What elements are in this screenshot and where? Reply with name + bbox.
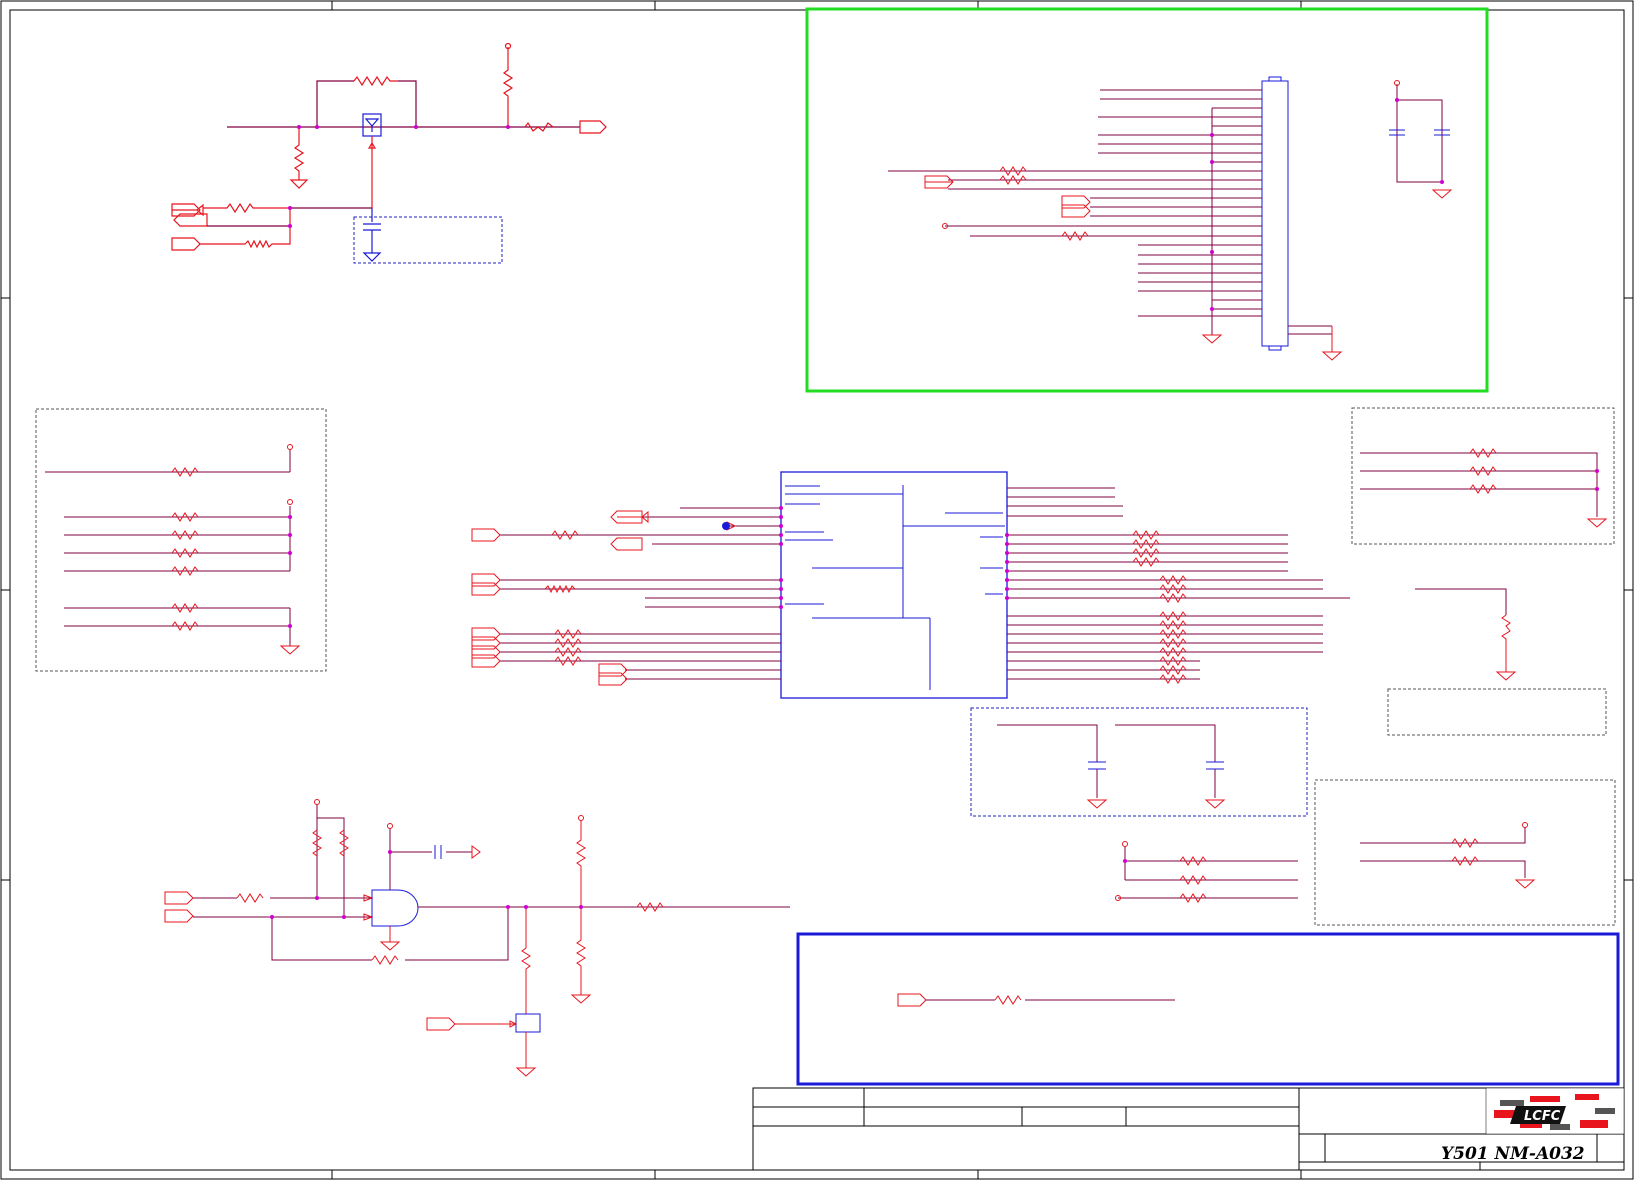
resistor-array — [45, 444, 301, 655]
pullup-resistors-mid — [1115, 841, 1298, 903]
decoupling-cap-box — [970, 707, 1308, 817]
decoupling-caps — [997, 724, 1226, 809]
pulldown-resistor — [1415, 588, 1517, 681]
schematic-sheet: LCFC Y501 NM-A032 — [0, 0, 1634, 1180]
resistor-array-box — [35, 408, 327, 672]
junction-dots — [270, 98, 1599, 919]
model-number: Y501 NM-A032 — [1441, 1144, 1585, 1164]
connector-circuit — [888, 76, 1453, 361]
right-resistor-box — [1351, 407, 1615, 545]
right-lower-resistors — [1360, 822, 1536, 889]
drawing-frame — [0, 0, 1634, 1180]
connector-highlight-box — [805, 7, 1489, 393]
and-gate-circuit — [164, 799, 790, 1077]
main-ic — [471, 471, 1350, 699]
logo-text: LCFC — [1524, 1109, 1561, 1124]
right-resistor-array — [1360, 448, 1608, 528]
lcfc-logo: LCFC — [1485, 1087, 1625, 1135]
load-switch-circuit — [171, 42, 607, 262]
blue-highlight-box — [796, 932, 1620, 1086]
highlight-circuit — [897, 993, 1175, 1007]
right-lower-resistor-box — [1314, 779, 1616, 926]
note-box-right — [1387, 688, 1607, 736]
